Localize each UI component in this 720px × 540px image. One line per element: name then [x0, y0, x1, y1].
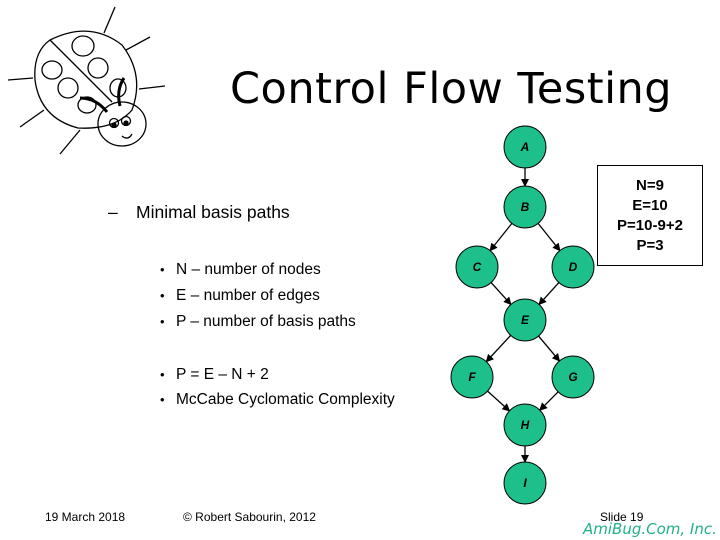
- calc-line: P=3: [636, 236, 664, 254]
- bullet-marker: •: [160, 314, 165, 329]
- node-label: F: [468, 370, 476, 384]
- slide-title: Control Flow Testing: [230, 64, 673, 114]
- sub-bullet: – Minimal basis paths: [108, 202, 290, 223]
- bullet-item: • E – number of edges: [160, 287, 320, 305]
- edge-E-F: [485, 334, 512, 363]
- node-A: A: [503, 125, 547, 169]
- node-C: C: [455, 245, 499, 289]
- calc-line: E=10: [632, 196, 668, 214]
- node-label: E: [521, 313, 530, 327]
- bullet-item: • P – number of basis paths: [160, 313, 356, 331]
- dash-marker: –: [108, 202, 118, 222]
- node-H: H: [503, 403, 547, 447]
- node-label: B: [521, 200, 530, 214]
- node-I: I: [503, 461, 547, 505]
- edge-B-D: [537, 222, 561, 252]
- bullet-marker: •: [160, 262, 165, 277]
- bullet-item: • N – number of nodes: [160, 261, 321, 279]
- node-label: A: [520, 140, 530, 154]
- footer-copyright: © Robert Sabourin, 2012: [183, 510, 316, 524]
- sub-bullet-text: Minimal basis paths: [136, 202, 290, 222]
- brand-logo-text: AmiBug.Com, Inc.: [583, 520, 717, 538]
- edge-G-H: [539, 391, 559, 411]
- complexity-calculation-box: N=9 E=10 P=10-9+2 P=3: [597, 165, 703, 266]
- edge-C-E: [490, 282, 512, 306]
- node-label: C: [473, 260, 482, 274]
- footer-date: 19 March 2018: [45, 510, 126, 524]
- bullet-text: E – number of edges: [176, 287, 320, 304]
- bullet-text: P – number of basis paths: [176, 313, 356, 330]
- calc-line: P=10-9+2: [617, 216, 683, 234]
- edge-D-E: [538, 282, 560, 306]
- bullet-item: • McCabe Cyclomatic Complexity: [160, 391, 395, 409]
- node-label: D: [569, 260, 578, 274]
- node-F: F: [450, 355, 494, 399]
- node-label: G: [568, 370, 577, 384]
- edge-F-H: [487, 390, 511, 412]
- bullet-text: P = E – N + 2: [176, 366, 269, 383]
- bullet-text: McCabe Cyclomatic Complexity: [176, 391, 395, 408]
- bullet-item: • P = E – N + 2: [160, 366, 269, 384]
- bullet-marker: •: [160, 392, 165, 407]
- node-G: G: [551, 355, 595, 399]
- edge-E-G: [538, 335, 561, 362]
- node-D: D: [551, 245, 595, 289]
- node-E: E: [503, 298, 547, 342]
- bullet-text: N – number of nodes: [176, 261, 321, 278]
- node-label: H: [521, 418, 530, 432]
- node-B: B: [503, 185, 547, 229]
- control-flow-graph: A B C D E F G H I: [440, 125, 620, 505]
- bullet-marker: •: [160, 367, 165, 382]
- bullet-marker: •: [160, 288, 165, 303]
- calc-line: N=9: [636, 176, 664, 194]
- ladybug-icon: [0, 0, 180, 170]
- edge-B-C: [489, 222, 513, 252]
